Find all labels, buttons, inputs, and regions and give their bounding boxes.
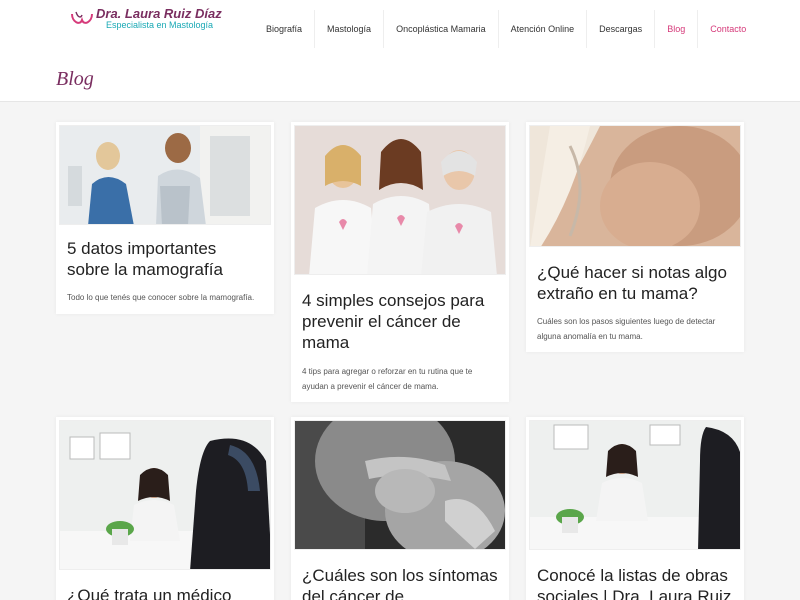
nav-item-blog[interactable]: Blog [654,10,697,48]
post-image-algo-extrano[interactable] [529,125,741,247]
post-title[interactable]: ¿Qué trata un médico [67,585,263,600]
site-header: Dra. Laura Ruiz Díaz Especialista en Mas… [0,0,800,102]
post-card-sintomas[interactable]: ¿Cuáles son los síntomas del cáncer de [291,417,509,600]
main-nav: Biografía Mastología Oncoplástica Mamari… [254,10,758,48]
nav-item-descargas[interactable]: Descargas [586,10,654,48]
skin-closeup-photo [530,126,740,246]
post-title[interactable]: ¿Cuáles son los síntomas del cáncer de [302,565,498,600]
post-excerpt: 4 tips para agregar o reforzar en tu rut… [302,367,473,391]
post-image-obras-sociales[interactable] [529,420,741,550]
post-card-obras-sociales[interactable]: Conocé la listas de obras sociales | Dra… [526,417,744,600]
nav-item-contacto[interactable]: Contacto [697,10,758,48]
post-excerpt: Cuáles son los pasos siguientes luego de… [537,317,716,341]
post-card-consejos[interactable]: 4 simples consejos para prevenir el cánc… [291,122,509,402]
page-title: Blog [56,68,94,90]
nav-item-oncoplastica[interactable]: Oncoplástica Mamaria [383,10,498,48]
logo-mark-icon [71,11,93,24]
mammography-photo [60,126,270,224]
post-image-sintomas[interactable] [294,420,506,550]
logo-name: Dra. Laura Ruiz Díaz [96,6,222,21]
three-women-photo [295,126,505,274]
post-image-consejos[interactable] [294,125,506,275]
logo-subtitle: Especialista en Mastología [106,20,214,30]
post-image-medico[interactable] [59,420,271,570]
nav-item-atencion-online[interactable]: Atención Online [497,10,587,48]
post-card-medico[interactable]: ¿Qué trata un médico [56,417,274,600]
post-excerpt: Todo lo que tenés que conocer sobre la m… [67,293,255,302]
post-card-mamografia[interactable]: 5 datos importantes sobre la mamografía … [56,122,274,314]
breast-exam-photo [295,421,505,549]
site-logo[interactable]: Dra. Laura Ruiz Díaz Especialista en Mas… [70,6,230,36]
post-title[interactable]: 5 datos importantes sobre la mamografía [67,238,263,280]
post-image-mamografia[interactable] [59,125,271,225]
post-title[interactable]: 4 simples consejos para prevenir el cánc… [302,290,498,353]
post-title[interactable]: Conocé la listas de obras sociales | Dra… [537,565,737,600]
doctor-consultation-photo [530,421,740,549]
post-title[interactable]: ¿Qué hacer si notas algo extraño en tu m… [537,262,733,304]
post-card-algo-extrano[interactable]: ¿Qué hacer si notas algo extraño en tu m… [526,122,744,352]
nav-item-biografia[interactable]: Biografía [254,10,314,48]
doctor-office-photo [60,421,270,569]
nav-item-mastologia[interactable]: Mastología [314,10,383,48]
